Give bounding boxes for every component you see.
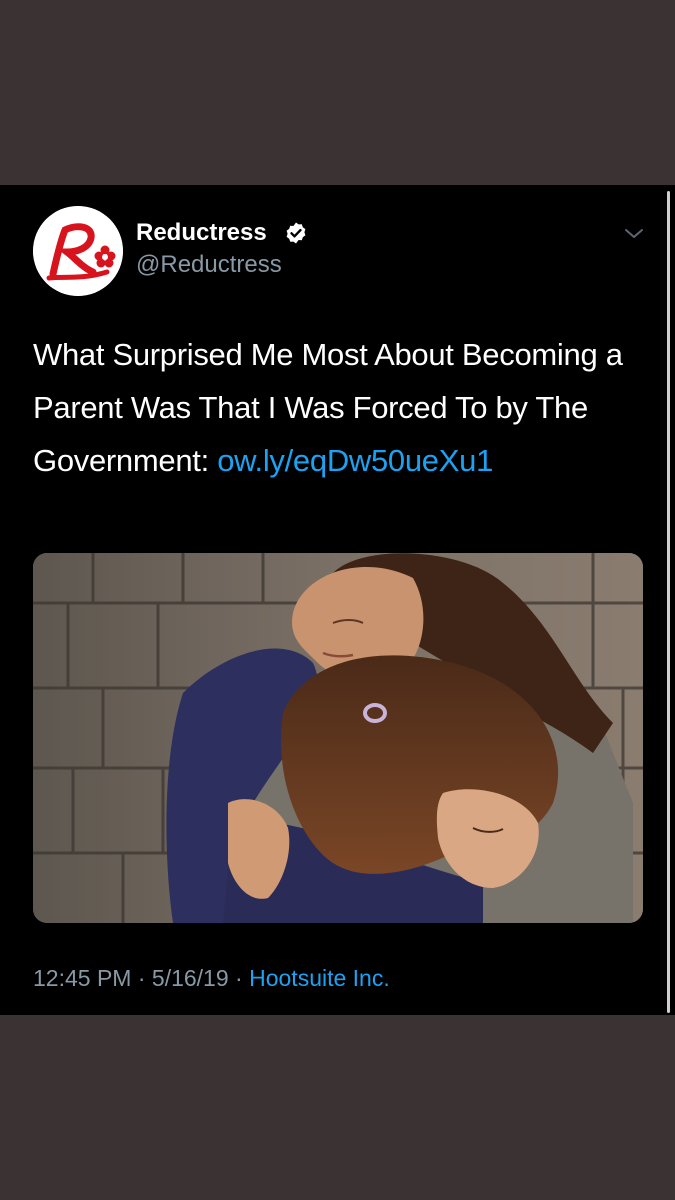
tweet-meta: 12:45 PM · 5/16/19 · Hootsuite Inc. [33,963,390,993]
mother-child-photo [33,553,643,923]
meta-separator: · [131,965,152,991]
tweet-source-link[interactable]: Hootsuite Inc. [249,965,390,991]
tweet-time[interactable]: 12:45 PM [33,965,131,991]
verified-badge-icon [286,222,306,244]
chevron-down-icon[interactable] [623,227,645,241]
page: Reductress @Reductress What Surprised Me… [0,0,675,1200]
meta-separator: · [228,965,250,991]
avatar[interactable] [33,206,123,296]
tweet-card[interactable]: Reductress @Reductress What Surprised Me… [0,185,675,1015]
tweet-media-image[interactable] [33,553,643,923]
reductress-logo-icon [33,206,123,296]
tweet-date[interactable]: 5/16/19 [152,965,229,991]
display-name[interactable]: Reductress [136,219,267,247]
scrollbar[interactable] [667,191,670,1013]
tweet-link[interactable]: ow.ly/eqDw50ueXu1 [217,443,493,478]
handle[interactable]: @Reductress [136,251,282,279]
tweet-text: What Surprised Me Most About Becoming a … [33,328,633,487]
